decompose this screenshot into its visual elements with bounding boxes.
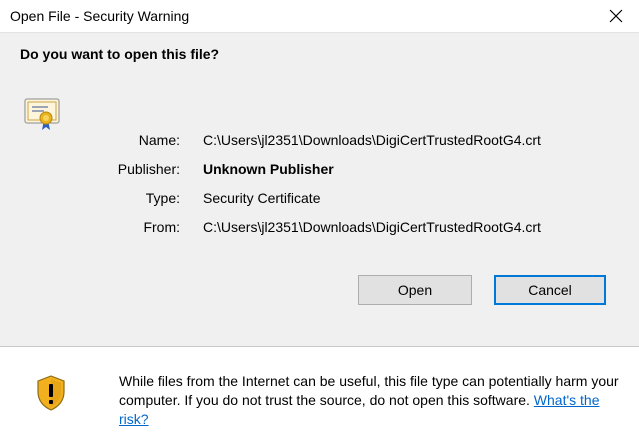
name-label: Name: — [138, 132, 180, 148]
publisher-value: Unknown Publisher — [203, 161, 334, 177]
field-row-type: Type: Security Certificate — [0, 190, 639, 210]
publisher-label: Publisher: — [117, 161, 180, 177]
close-icon — [609, 9, 623, 23]
cancel-button[interactable]: Cancel — [494, 275, 606, 305]
window-title: Open File - Security Warning — [10, 8, 190, 24]
warning-message: While files from the Internet can be use… — [119, 372, 631, 429]
field-row-from: From: C:\Users\jl2351\Downloads\DigiCert… — [0, 219, 639, 239]
shield-warning-icon — [37, 375, 65, 411]
from-label: From: — [143, 219, 180, 235]
name-value: C:\Users\jl2351\Downloads\DigiCertTruste… — [203, 132, 541, 148]
close-button[interactable] — [593, 0, 639, 32]
from-value: C:\Users\jl2351\Downloads\DigiCertTruste… — [203, 219, 541, 235]
title-bar: Open File - Security Warning — [0, 0, 639, 33]
dialog-question: Do you want to open this file? — [20, 46, 220, 62]
certificate-icon — [24, 98, 60, 130]
field-row-name: Name: C:\Users\jl2351\Downloads\DigiCert… — [0, 132, 639, 152]
type-value: Security Certificate — [203, 190, 321, 206]
type-label: Type: — [145, 190, 180, 206]
open-button[interactable]: Open — [358, 275, 472, 305]
field-row-publisher: Publisher: Unknown Publisher — [0, 161, 639, 181]
